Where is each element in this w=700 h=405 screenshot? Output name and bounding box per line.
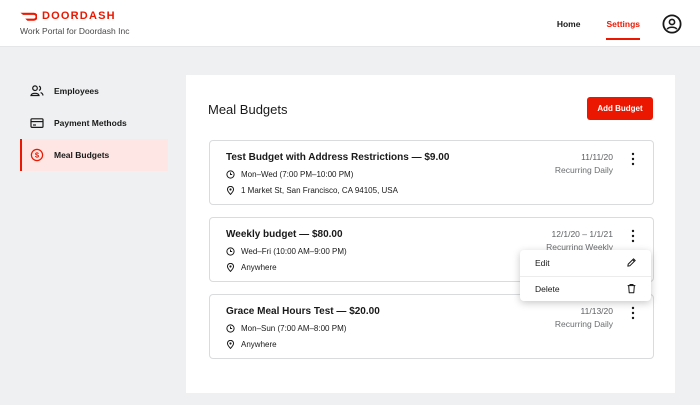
budget-date: 11/11/20 bbox=[581, 152, 613, 162]
sidebar-item-label: Employees bbox=[54, 86, 99, 96]
trash-icon bbox=[627, 284, 636, 294]
meal-budgets-panel: Meal Budgets Add Budget Test Budget with… bbox=[186, 75, 675, 393]
clock-icon bbox=[226, 247, 235, 256]
dollar-circle-icon: $ bbox=[30, 148, 44, 162]
budget-card[interactable]: Test Budget with Address Restrictions — … bbox=[209, 140, 654, 205]
users-icon bbox=[30, 84, 44, 98]
budget-location: Anywhere bbox=[226, 340, 277, 349]
menu-item-delete[interactable]: Delete bbox=[520, 275, 651, 302]
budget-location-text: Anywhere bbox=[241, 340, 277, 349]
budget-options-menu: Edit Delete bbox=[520, 250, 651, 301]
brand[interactable]: DOORDASH Work Portal for Doordash Inc bbox=[20, 10, 129, 36]
budget-date: 12/1/20 – 1/1/21 bbox=[551, 229, 613, 239]
menu-item-label: Delete bbox=[535, 283, 560, 294]
budget-title: Grace Meal Hours Test — $20.00 bbox=[226, 306, 380, 317]
nav-home[interactable]: Home bbox=[557, 0, 581, 47]
sidebar-item-employees[interactable]: Employees bbox=[20, 75, 168, 107]
portal-subtitle: Work Portal for Doordash Inc bbox=[20, 26, 130, 36]
svg-text:$: $ bbox=[35, 151, 40, 160]
budget-hours: Mon–Sun (7:00 AM–8:00 PM) bbox=[226, 324, 346, 333]
settings-sidebar: Employees Payment Methods $ Meal Budgets bbox=[20, 75, 168, 171]
account-icon[interactable] bbox=[662, 14, 682, 34]
page-title: Meal Budgets bbox=[208, 102, 288, 117]
budget-recurrence: Recurring Daily bbox=[554, 319, 613, 329]
clock-icon bbox=[226, 170, 235, 179]
budget-location-text: 1 Market St, San Francisco, CA 94105, US… bbox=[241, 186, 398, 195]
more-options-icon[interactable] bbox=[629, 229, 637, 243]
more-options-icon[interactable] bbox=[629, 306, 637, 320]
budget-hours-text: Mon–Sun (7:00 AM–8:00 PM) bbox=[241, 324, 347, 333]
budget-date: 11/13/20 bbox=[580, 306, 613, 316]
budget-location: 1 Market St, San Francisco, CA 94105, US… bbox=[226, 186, 398, 195]
budget-hours-text: Wed–Fri (10:00 AM–9:00 PM) bbox=[241, 247, 347, 256]
menu-item-edit[interactable]: Edit bbox=[520, 250, 651, 276]
add-budget-button[interactable]: Add Budget bbox=[587, 97, 653, 120]
doordash-logo-icon bbox=[20, 12, 37, 21]
sidebar-item-label: Meal Budgets bbox=[54, 150, 110, 160]
credit-card-icon bbox=[30, 116, 44, 130]
location-pin-icon bbox=[226, 186, 235, 195]
sidebar-item-payment-methods[interactable]: Payment Methods bbox=[20, 107, 168, 139]
brand-name: DOORDASH bbox=[42, 10, 116, 22]
budget-title: Test Budget with Address Restrictions — … bbox=[226, 152, 450, 163]
budget-location: Anywhere bbox=[226, 263, 277, 272]
nav-settings[interactable]: Settings bbox=[606, 0, 640, 47]
budget-hours: Mon–Wed (7:00 PM–10:00 PM) bbox=[226, 170, 353, 179]
budget-recurrence: Recurring Daily bbox=[554, 165, 613, 175]
location-pin-icon bbox=[226, 263, 235, 272]
top-nav: Home Settings bbox=[531, 0, 640, 47]
budget-card[interactable]: Grace Meal Hours Test — $20.00 Mon–Sun (… bbox=[209, 294, 654, 359]
budget-hours-text: Mon–Wed (7:00 PM–10:00 PM) bbox=[241, 170, 354, 179]
budget-title: Weekly budget — $80.00 bbox=[226, 229, 343, 240]
more-options-icon[interactable] bbox=[629, 152, 637, 166]
top-header: DOORDASH Work Portal for Doordash Inc Ho… bbox=[0, 0, 700, 47]
location-pin-icon bbox=[226, 340, 235, 349]
sidebar-item-label: Payment Methods bbox=[54, 118, 127, 128]
menu-item-label: Edit bbox=[535, 257, 550, 268]
budget-location-text: Anywhere bbox=[241, 263, 277, 272]
sidebar-item-meal-budgets[interactable]: $ Meal Budgets bbox=[20, 139, 168, 171]
pencil-icon bbox=[627, 258, 636, 267]
budget-hours: Wed–Fri (10:00 AM–9:00 PM) bbox=[226, 247, 347, 256]
clock-icon bbox=[226, 324, 235, 333]
